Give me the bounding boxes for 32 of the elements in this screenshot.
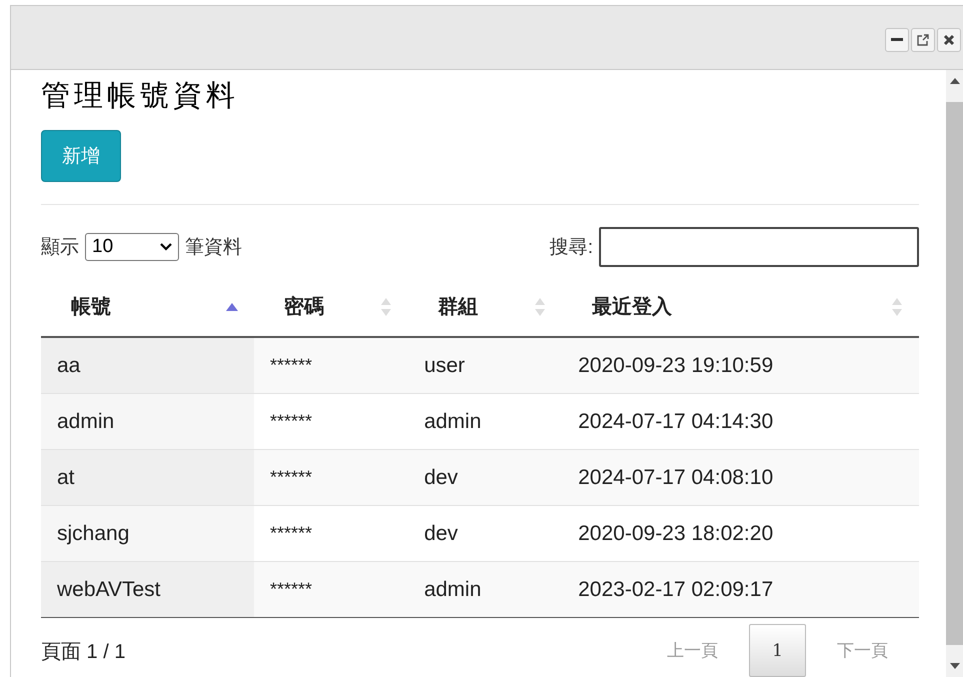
chevron-down-icon xyxy=(160,243,172,251)
scroll-down-icon[interactable] xyxy=(950,663,960,669)
page-number-button[interactable]: 1 xyxy=(749,624,806,677)
table-cell: webAVTest xyxy=(41,562,254,618)
table-cell: admin xyxy=(408,562,562,618)
search-label: 搜尋: xyxy=(550,236,593,260)
table-cell: sjchang xyxy=(41,506,254,562)
scrollbar-thumb[interactable] xyxy=(946,102,963,645)
minimize-button[interactable] xyxy=(885,28,909,52)
table-cell: ****** xyxy=(254,562,408,618)
table-cell: 2024-07-17 04:08:10 xyxy=(562,450,919,506)
close-button[interactable] xyxy=(937,28,961,52)
search-field[interactable] xyxy=(599,227,919,267)
table-cell: admin xyxy=(41,394,254,450)
page-title: 管理帳號資料 xyxy=(41,77,239,114)
page-length-select[interactable]: 10 xyxy=(85,233,179,261)
table-cell: ****** xyxy=(254,450,408,506)
show-label: 顯示 xyxy=(41,236,79,260)
table-cell: 2020-09-23 19:10:59 xyxy=(562,337,919,394)
minimize-icon xyxy=(891,38,903,42)
records-label: 筆資料 xyxy=(185,236,242,260)
popout-button[interactable] xyxy=(911,28,935,52)
table-cell: dev xyxy=(408,450,562,506)
page-info: 頁面 1 / 1 xyxy=(41,640,126,665)
table-cell: 2023-02-17 02:09:17 xyxy=(562,562,919,618)
table-cell: aa xyxy=(41,337,254,394)
table-cell: user xyxy=(408,337,562,394)
scroll-up-icon[interactable] xyxy=(950,78,960,84)
table-cell: at xyxy=(41,450,254,506)
popout-icon xyxy=(917,34,929,46)
table-cell: ****** xyxy=(254,337,408,394)
close-icon xyxy=(943,34,955,46)
